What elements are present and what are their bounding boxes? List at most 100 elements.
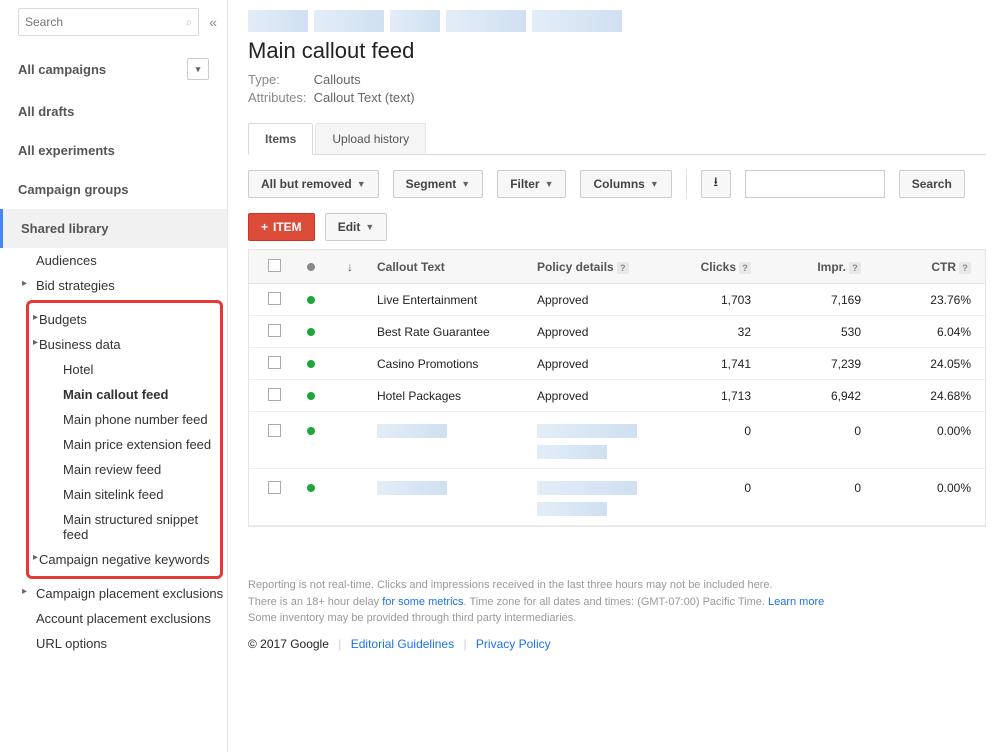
status-dot-icon — [307, 263, 315, 271]
all-but-removed-button[interactable]: All but removed▼ — [248, 170, 379, 198]
cell-clicks: 1,703 — [649, 287, 759, 313]
meta-attr-label: Attributes: — [248, 90, 310, 105]
add-item-button[interactable]: + ITEM — [248, 213, 315, 241]
search-input[interactable] — [25, 15, 185, 29]
col-callout-text[interactable]: Callout Text — [369, 254, 529, 280]
cell-clicks: 1,713 — [649, 383, 759, 409]
help-icon[interactable]: ? — [849, 262, 861, 274]
plus-icon: + — [261, 220, 268, 234]
tree-account-placement[interactable]: Account placement exclusions — [18, 606, 227, 631]
main-content: Main callout feed Type: Callouts Attribu… — [228, 0, 1006, 752]
cell-callout-text: Live Entertainment — [377, 293, 477, 307]
sidebar-item-all-experiments[interactable]: All experiments — [0, 131, 227, 170]
tree-hotel[interactable]: Hotel — [29, 357, 220, 382]
redacted-text — [537, 502, 607, 516]
status-dot-icon — [307, 328, 315, 336]
sidebar-shared-library[interactable]: Shared library — [0, 209, 227, 248]
tree-main-sitelink-feed[interactable]: Main sitelink feed — [29, 482, 220, 507]
help-icon[interactable]: ? — [959, 262, 971, 274]
tree-business-data[interactable]: Business data — [29, 332, 220, 357]
tab-upload-history[interactable]: Upload history — [315, 123, 426, 154]
tree-bid-strategies[interactable]: Bid strategies — [18, 273, 227, 298]
cell-callout-text: Best Rate Guarantee — [377, 325, 490, 339]
redacted-text — [537, 445, 607, 459]
table-header: ↓ Callout Text Policy details? Clicks? I… — [249, 250, 985, 284]
download-button[interactable]: ⭳ — [701, 170, 731, 198]
cell-impr: 7,239 — [759, 351, 869, 377]
meta-attr-value: Callout Text (text) — [314, 90, 415, 105]
segment-button[interactable]: Segment▼ — [393, 170, 484, 198]
row-checkbox[interactable] — [268, 356, 281, 369]
btn-label: Columns — [593, 177, 644, 191]
table-search-input[interactable] — [745, 170, 885, 198]
tree-url-options[interactable]: URL options — [18, 631, 227, 656]
sidebar-item-label: All experiments — [18, 143, 115, 158]
help-icon[interactable]: ? — [617, 262, 629, 274]
select-all-checkbox[interactable] — [268, 259, 281, 272]
redacted-text — [377, 424, 447, 438]
meta-attributes: Attributes: Callout Text (text) — [248, 90, 986, 105]
tree-main-snippet-feed[interactable]: Main structured snippet feed — [29, 507, 220, 547]
filter-button[interactable]: Filter▼ — [497, 170, 566, 198]
col-policy[interactable]: Policy details? — [529, 254, 649, 280]
btn-label: Segment — [406, 177, 457, 191]
row-checkbox[interactable] — [268, 292, 281, 305]
cell-ctr: 24.05% — [869, 351, 979, 377]
editorial-link[interactable]: Editorial Guidelines — [351, 637, 454, 651]
privacy-link[interactable]: Privacy Policy — [476, 637, 551, 651]
cell-clicks: 32 — [649, 319, 759, 345]
edit-button[interactable]: Edit▼ — [325, 213, 388, 241]
cell-policy: Approved — [537, 389, 588, 403]
tab-items[interactable]: Items — [248, 123, 313, 155]
chevron-down-icon: ▼ — [357, 179, 366, 189]
tree-main-price-feed[interactable]: Main price extension feed — [29, 432, 220, 457]
col-impr[interactable]: Impr.? — [759, 254, 869, 280]
status-dot-icon — [307, 360, 315, 368]
help-icon[interactable]: ? — [739, 262, 751, 274]
search-input-wrap[interactable]: ⌕ — [18, 8, 199, 36]
tree-campaign-negative[interactable]: Campaign negative keywords — [29, 547, 220, 572]
collapse-icon[interactable]: « — [209, 14, 217, 30]
row-checkbox[interactable] — [268, 388, 281, 401]
meta-type: Type: Callouts — [248, 72, 986, 87]
tree-audiences[interactable]: Audiences — [18, 248, 227, 273]
cell-clicks: 0 — [649, 418, 759, 444]
status-dot-icon — [307, 427, 315, 435]
tree-main-review-feed[interactable]: Main review feed — [29, 457, 220, 482]
sort-icon[interactable]: ↓ — [347, 260, 353, 274]
cell-clicks: 0 — [649, 475, 759, 501]
tree-budgets[interactable]: Budgets — [29, 307, 220, 332]
sidebar-item-all-drafts[interactable]: All drafts — [0, 92, 227, 131]
sidebar-item-all-campaigns[interactable]: All campaigns ▾ — [0, 46, 227, 92]
copyright: © 2017 Google — [248, 637, 329, 651]
row-checkbox[interactable] — [268, 324, 281, 337]
sidebar-item-label: All drafts — [18, 104, 74, 119]
columns-button[interactable]: Columns▼ — [580, 170, 671, 198]
tree-campaign-placement[interactable]: Campaign placement exclusions — [18, 581, 227, 606]
redacted-text — [377, 481, 447, 495]
sidebar-item-campaign-groups[interactable]: Campaign groups — [0, 170, 227, 209]
page-title: Main callout feed — [248, 38, 986, 64]
tree-main-callout-feed[interactable]: Main callout feed — [29, 382, 220, 407]
row-checkbox[interactable] — [268, 481, 281, 494]
some-metrics-link[interactable]: for some metrics — [382, 596, 463, 608]
col-ctr[interactable]: CTR? — [869, 254, 979, 280]
table-row: Best Rate GuaranteeApproved325306.04% — [249, 316, 985, 348]
col-clicks[interactable]: Clicks? — [649, 254, 759, 280]
footer-line-1: Reporting is not real-time. Clicks and i… — [248, 577, 986, 594]
btn-label: ITEM — [273, 220, 302, 234]
chevron-down-icon: ▼ — [545, 179, 554, 189]
meta-type-label: Type: — [248, 72, 310, 87]
status-dot-icon — [307, 296, 315, 304]
redacted-text — [537, 424, 637, 438]
cell-callout-text: Casino Promotions — [377, 357, 478, 371]
search-button[interactable]: Search — [899, 170, 965, 198]
cell-policy: Approved — [537, 325, 588, 339]
learn-more-link[interactable]: Learn more — [768, 596, 824, 608]
table-row: Live EntertainmentApproved1,7037,16923.7… — [249, 284, 985, 316]
btn-label: Edit — [338, 220, 361, 234]
row-checkbox[interactable] — [268, 424, 281, 437]
tree-main-phone-feed[interactable]: Main phone number feed — [29, 407, 220, 432]
status-dot-icon — [307, 392, 315, 400]
chevron-down-icon[interactable]: ▾ — [187, 58, 209, 80]
